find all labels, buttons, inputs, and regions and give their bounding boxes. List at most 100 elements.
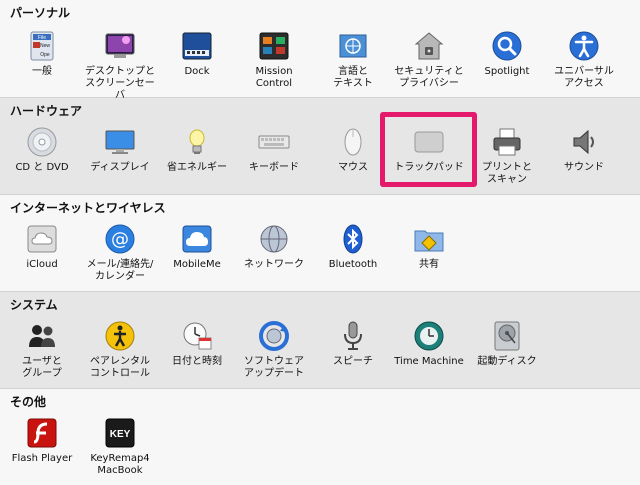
section-other: その他 Flash Player KEY KeyRemap4 MacBook bbox=[0, 389, 640, 485]
pref-icloud[interactable]: iCloud bbox=[5, 223, 79, 271]
speaker-icon bbox=[568, 126, 600, 158]
icloud-icon bbox=[26, 223, 58, 255]
time-machine-icon bbox=[413, 320, 445, 352]
clock-calendar-icon bbox=[181, 320, 213, 352]
svg-text:KEY: KEY bbox=[110, 429, 131, 440]
pref-language-text[interactable]: 言語と テキスト bbox=[316, 30, 390, 90]
pref-parental-controls[interactable]: ペアレンタル コントロール bbox=[83, 320, 157, 380]
mission-control-icon bbox=[258, 30, 290, 62]
pref-label: Flash Player bbox=[11, 453, 73, 464]
pref-label: 一般 bbox=[32, 66, 52, 77]
section-system: システム ユーザと グループ ペアレンタル コントロール 日付と時刻 ソフトウェ… bbox=[0, 292, 640, 389]
lightbulb-icon bbox=[181, 126, 213, 158]
pref-label: ディスプレイ bbox=[90, 162, 150, 173]
un-flag-icon bbox=[337, 30, 369, 62]
section-title-system: システム bbox=[10, 298, 58, 312]
pref-label: スピーチ bbox=[333, 356, 373, 367]
sharing-folder-icon bbox=[413, 223, 445, 255]
users-icon bbox=[26, 320, 58, 352]
keyremap-icon: KEY bbox=[104, 417, 136, 449]
section-title-personal: パーソナル bbox=[10, 6, 71, 20]
software-update-icon bbox=[258, 320, 290, 352]
pref-keyremap4macbook[interactable]: KEY KeyRemap4 MacBook bbox=[83, 417, 157, 477]
pref-flash-player[interactable]: Flash Player bbox=[5, 417, 79, 465]
pref-label: Bluetooth bbox=[328, 259, 378, 270]
general-icon: File New Ope bbox=[26, 30, 58, 62]
pref-label: 言語と テキスト bbox=[333, 66, 373, 89]
pref-date-time[interactable]: 日付と時刻 bbox=[160, 320, 234, 368]
svg-text:Ope: Ope bbox=[40, 52, 50, 58]
pref-sharing[interactable]: 共有 bbox=[392, 223, 466, 271]
pref-mobileme[interactable]: MobileMe bbox=[160, 223, 234, 271]
pref-mission-control[interactable]: Mission Control bbox=[237, 30, 311, 90]
pref-label: デスクトップと スクリーンセーバ bbox=[85, 66, 155, 101]
pref-label: 共有 bbox=[419, 259, 439, 270]
parental-controls-icon bbox=[104, 320, 136, 352]
section-internet-wireless: インターネットとワイヤレス iCloud @ メール/連絡先/ カレンダー Mo… bbox=[0, 195, 640, 292]
pref-users-groups[interactable]: ユーザと グループ bbox=[5, 320, 79, 380]
pref-label: CD と DVD bbox=[15, 162, 69, 173]
pref-print-scan[interactable]: プリントと スキャン bbox=[470, 126, 544, 186]
section-personal: パーソナル File New Ope 一般 デスクトップと スクリーンセーバ D… bbox=[0, 0, 640, 101]
microphone-icon bbox=[337, 320, 369, 352]
pref-label: ユーザと グループ bbox=[22, 356, 62, 379]
hard-disk-icon bbox=[491, 320, 523, 352]
pref-bluetooth[interactable]: Bluetooth bbox=[316, 223, 390, 271]
section-title-internet: インターネットとワイヤレス bbox=[10, 201, 166, 215]
pref-keyboard[interactable]: キーボード bbox=[237, 126, 311, 174]
pref-label: 日付と時刻 bbox=[172, 356, 222, 367]
pref-label: KeyRemap4 MacBook bbox=[90, 453, 150, 476]
section-hardware: ハードウェア CD と DVD ディスプレイ 省エネルギー キーボード マウス … bbox=[0, 98, 640, 195]
house-lock-icon bbox=[413, 30, 445, 62]
pref-desktop-screensaver[interactable]: デスクトップと スクリーンセーバ bbox=[83, 30, 157, 102]
pref-label: ソフトウェア アップデート bbox=[244, 356, 304, 379]
pref-label: メール/連絡先/ カレンダー bbox=[86, 259, 154, 282]
pref-speech[interactable]: スピーチ bbox=[316, 320, 390, 368]
pref-mouse[interactable]: マウス bbox=[316, 126, 390, 174]
pref-universal-access[interactable]: ユニバーサル アクセス bbox=[547, 30, 621, 90]
desktop-screensaver-icon bbox=[104, 30, 136, 62]
pref-label: Spotlight bbox=[484, 66, 530, 77]
spotlight-icon bbox=[491, 30, 523, 62]
pref-label: マウス bbox=[338, 162, 368, 173]
section-title-other: その他 bbox=[10, 395, 47, 409]
pref-network[interactable]: ネットワーク bbox=[237, 223, 311, 271]
pref-label: プリントと スキャン bbox=[482, 162, 532, 185]
network-globe-icon bbox=[258, 223, 290, 255]
pref-spotlight[interactable]: Spotlight bbox=[470, 30, 544, 78]
pref-sound[interactable]: サウンド bbox=[547, 126, 621, 174]
pref-label: サウンド bbox=[564, 162, 604, 173]
pref-displays[interactable]: ディスプレイ bbox=[83, 126, 157, 174]
at-sign-icon: @ bbox=[104, 223, 136, 255]
pref-general[interactable]: File New Ope 一般 bbox=[5, 30, 79, 78]
flash-player-icon bbox=[26, 417, 58, 449]
pref-dock[interactable]: Dock bbox=[160, 30, 234, 78]
pref-mail-contacts-calendars[interactable]: @ メール/連絡先/ カレンダー bbox=[83, 223, 157, 283]
cd-dvd-icon bbox=[26, 126, 58, 158]
bluetooth-icon bbox=[337, 223, 369, 255]
svg-text:@: @ bbox=[111, 229, 129, 250]
pref-label: ユニバーサル アクセス bbox=[554, 66, 614, 89]
pref-label: Time Machine bbox=[394, 356, 464, 367]
pref-label: 起動ディスク bbox=[477, 356, 537, 367]
mouse-icon bbox=[337, 126, 369, 158]
mobileme-cloud-icon bbox=[181, 223, 213, 255]
pref-startup-disk[interactable]: 起動ディスク bbox=[470, 320, 544, 368]
pref-energy-saver[interactable]: 省エネルギー bbox=[160, 126, 234, 174]
trackpad-highlight-box bbox=[380, 112, 477, 187]
pref-software-update[interactable]: ソフトウェア アップデート bbox=[237, 320, 311, 380]
pref-label: Mission Control bbox=[255, 66, 293, 89]
pref-label: キーボード bbox=[249, 162, 299, 173]
accessibility-icon bbox=[568, 30, 600, 62]
pref-cd-dvd[interactable]: CD と DVD bbox=[5, 126, 79, 174]
pref-label: ネットワーク bbox=[244, 259, 304, 270]
pref-label: Dock bbox=[184, 66, 210, 77]
pref-label: ペアレンタル コントロール bbox=[90, 356, 150, 379]
svg-text:File: File bbox=[38, 35, 46, 41]
pref-label: 省エネルギー bbox=[167, 162, 227, 173]
printer-icon bbox=[491, 126, 523, 158]
section-title-hardware: ハードウェア bbox=[10, 104, 83, 118]
pref-time-machine[interactable]: Time Machine bbox=[392, 320, 466, 368]
pref-security-privacy[interactable]: セキュリティと プライバシー bbox=[392, 30, 466, 90]
keyboard-icon bbox=[258, 126, 290, 158]
